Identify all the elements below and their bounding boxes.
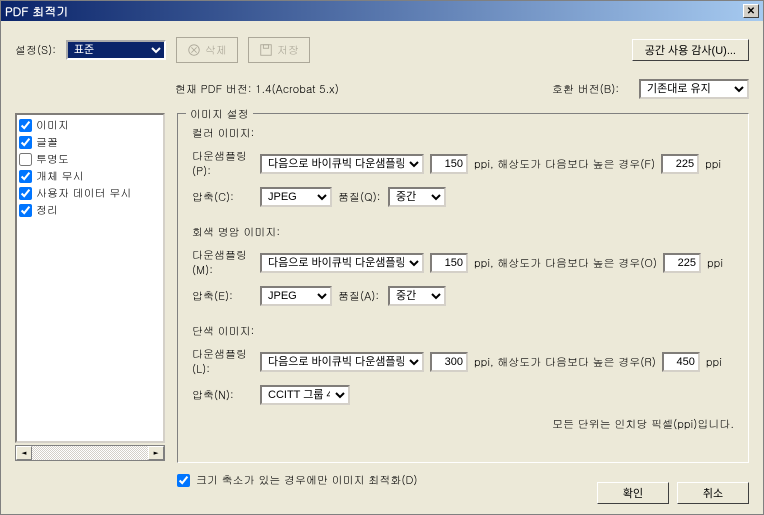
mono-ppi-suffix: ppi xyxy=(706,355,722,370)
mono-dpi2-input[interactable] xyxy=(662,352,700,372)
color-dpi2-input[interactable] xyxy=(661,154,699,174)
cancel-button[interactable]: 취소 xyxy=(677,482,749,504)
pdf-optimizer-window: PDF 최적기 ✕ 설정(S): 표준 삭제 저장 공간 사용 감사(U)...… xyxy=(0,0,764,515)
delete-icon xyxy=(187,43,201,57)
category-listbox[interactable]: 이미지 글꼴 투명도 개체 무시 사용자 데이터 무시 정리 xyxy=(15,113,165,443)
item-checkbox[interactable] xyxy=(19,119,32,132)
item-checkbox[interactable] xyxy=(19,170,32,183)
gray-ppi-suffix: ppi xyxy=(707,256,723,271)
compat-label: 호환 버전(B): xyxy=(552,82,619,97)
color-heading: 컬러 이미지: xyxy=(192,126,734,141)
close-icon[interactable]: ✕ xyxy=(743,4,759,18)
color-quality-label: 품질(Q): xyxy=(338,190,382,205)
mono-downsample-label: 다운샘플링(L): xyxy=(192,347,254,377)
mono-compress-select[interactable]: CCITT 그룹 4 xyxy=(260,385,350,405)
horizontal-scrollbar[interactable]: ◄ ► xyxy=(15,445,165,461)
gray-quality-label: 품질(A): xyxy=(338,289,382,304)
list-item[interactable]: 정리 xyxy=(19,202,161,219)
image-settings-group: 이미지 설정 컬러 이미지: 다운샘플링(P): 다음으로 바이큐빅 다운샘플링… xyxy=(177,113,749,463)
item-checkbox[interactable] xyxy=(19,153,32,166)
mono-downsample-select[interactable]: 다음으로 바이큐빅 다운샘플링 xyxy=(260,352,424,372)
gray-downsample-select[interactable]: 다음으로 바이큐빅 다운샘플링 xyxy=(260,253,424,273)
units-note: 모든 단위는 인치당 픽셀(ppi)입니다. xyxy=(192,417,734,432)
optimize-only-label: 크기 축소가 있는 경우에만 이미지 최적화(D) xyxy=(196,473,418,488)
window-title: PDF 최적기 xyxy=(5,3,743,20)
save-icon xyxy=(259,43,273,57)
color-quality-select[interactable]: 중간 xyxy=(388,187,446,207)
setting-select[interactable]: 표준 xyxy=(66,40,166,60)
scroll-right-icon[interactable]: ► xyxy=(148,446,164,460)
mono-ppi-label: ppi, 해상도가 다음보다 높은 경우(R) xyxy=(474,355,656,370)
current-version-label: 현재 PDF 버전: 1.4(Acrobat 5.x) xyxy=(175,82,532,97)
setting-label: 설정(S): xyxy=(15,43,56,58)
gray-compress-label: 압축(E): xyxy=(192,289,254,304)
delete-label: 삭제 xyxy=(205,43,227,58)
color-ppi-label: ppi, 해상도가 다음보다 높은 경우(F) xyxy=(474,157,655,172)
mono-heading: 단색 이미지: xyxy=(192,324,734,339)
mono-dpi1-input[interactable] xyxy=(430,352,468,372)
color-downsample-label: 다운샘플링(P): xyxy=(192,149,254,179)
optimize-only-checkbox[interactable] xyxy=(177,474,190,487)
color-ppi-suffix: ppi xyxy=(705,157,721,172)
color-dpi1-input[interactable] xyxy=(430,154,468,174)
item-checkbox[interactable] xyxy=(19,187,32,200)
group-title: 이미지 설정 xyxy=(186,107,253,122)
item-checkbox[interactable] xyxy=(19,136,32,149)
mono-compress-label: 압축(N): xyxy=(192,388,254,403)
save-label: 저장 xyxy=(277,43,299,58)
scroll-left-icon[interactable]: ◄ xyxy=(16,446,32,460)
item-checkbox[interactable] xyxy=(19,204,32,217)
list-item[interactable]: 투명도 xyxy=(19,151,161,168)
gray-dpi2-input[interactable] xyxy=(663,253,701,273)
color-compress-label: 압축(C): xyxy=(192,190,254,205)
delete-button[interactable]: 삭제 xyxy=(176,37,238,63)
gray-heading: 회색 명암 이미지: xyxy=(192,225,734,240)
gray-compress-select[interactable]: JPEG xyxy=(260,286,332,306)
list-item[interactable]: 글꼴 xyxy=(19,134,161,151)
list-item[interactable]: 사용자 데이터 무시 xyxy=(19,185,161,202)
compat-select[interactable]: 기존대로 유지 xyxy=(639,79,749,99)
list-item[interactable]: 개체 무시 xyxy=(19,168,161,185)
color-compress-select[interactable]: JPEG xyxy=(260,187,332,207)
save-button[interactable]: 저장 xyxy=(248,37,310,63)
color-downsample-select[interactable]: 다음으로 바이큐빅 다운샘플링 xyxy=(260,154,424,174)
titlebar: PDF 최적기 ✕ xyxy=(1,1,763,21)
ok-button[interactable]: 확인 xyxy=(597,482,669,504)
list-item[interactable]: 이미지 xyxy=(19,117,161,134)
gray-quality-select[interactable]: 중간 xyxy=(388,286,446,306)
gray-dpi1-input[interactable] xyxy=(430,253,468,273)
gray-ppi-label: ppi, 해상도가 다음보다 높은 경우(O) xyxy=(474,256,657,271)
audit-button[interactable]: 공간 사용 감사(U)... xyxy=(632,39,749,61)
gray-downsample-label: 다운샘플링(M): xyxy=(192,248,254,278)
